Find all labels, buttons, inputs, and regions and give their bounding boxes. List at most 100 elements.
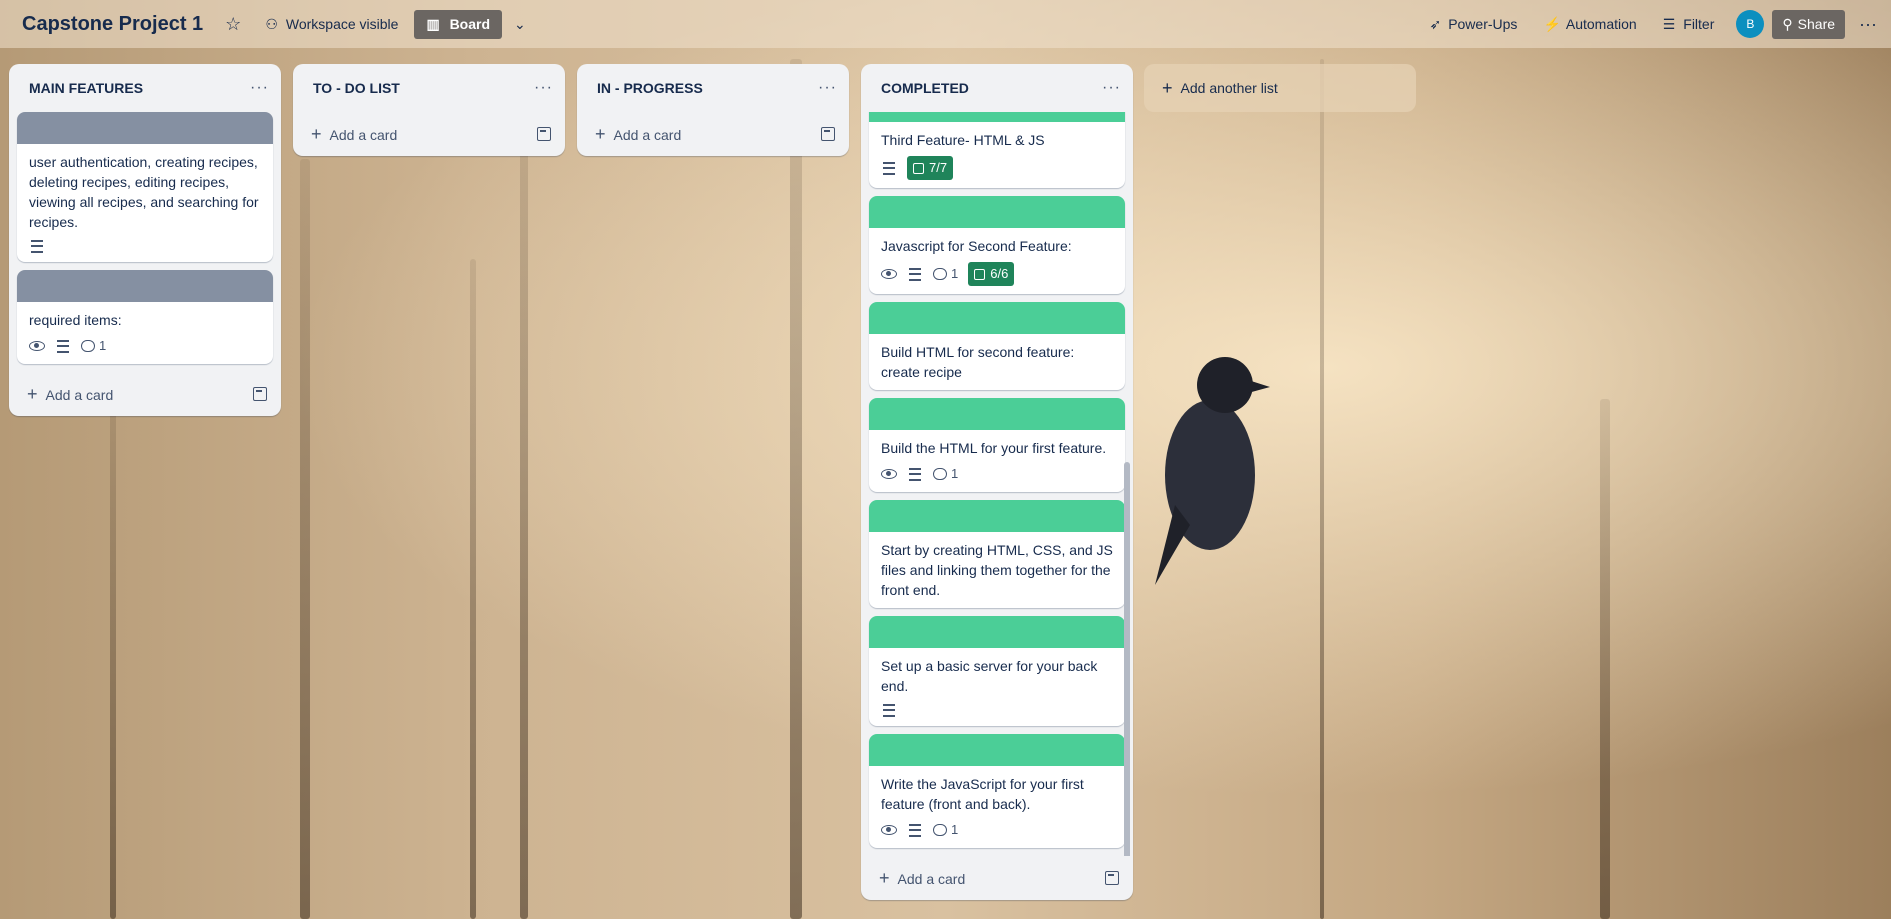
workspace-visibility-label: Workspace visible <box>285 16 399 32</box>
card[interactable]: Javascript for Second Feature: 1 6/6 <box>869 196 1125 294</box>
background-grass <box>790 59 802 919</box>
list-menu-button[interactable]: ··· <box>534 79 553 97</box>
card[interactable]: Write the JavaScript for your first feat… <box>869 734 1125 848</box>
background-grass <box>110 359 116 919</box>
card[interactable]: user authentication, creating recipes, d… <box>17 112 273 262</box>
card[interactable]: Build the HTML for your first feature. 1 <box>869 398 1125 492</box>
add-card-button[interactable]: + Add a card <box>577 112 849 156</box>
lightning-icon: ⚡ <box>1543 15 1561 32</box>
list-menu-button[interactable]: ··· <box>1102 79 1121 97</box>
more-icon: ··· <box>1102 79 1121 96</box>
board-view-button[interactable]: ▥ Board <box>414 9 503 39</box>
description-icon <box>881 702 897 718</box>
add-card-button[interactable]: + Add a card <box>293 112 565 156</box>
background-grass <box>1600 399 1610 919</box>
card-cover <box>869 196 1125 228</box>
card[interactable]: Set up a basic server for your back end. <box>869 616 1125 726</box>
filter-button[interactable]: ☰ Filter <box>1663 16 1715 33</box>
description-icon <box>55 338 71 354</box>
card-title: Build HTML for second feature: create re… <box>881 344 1075 380</box>
template-icon[interactable] <box>537 127 551 141</box>
plus-icon: + <box>311 123 322 144</box>
list-header: MAIN FEATURES ··· <box>9 64 281 112</box>
add-card-button[interactable]: + Add a card <box>861 856 1133 900</box>
background-grass <box>1320 59 1324 919</box>
card[interactable]: Build HTML for second feature: create re… <box>869 302 1125 390</box>
list-menu-button[interactable]: ··· <box>250 79 269 97</box>
card-cover <box>869 302 1125 334</box>
template-icon[interactable] <box>253 387 267 401</box>
powerups-label: Power-Ups <box>1448 16 1518 32</box>
automation-button[interactable]: ⚡ Automation <box>1543 16 1636 33</box>
share-button[interactable]: ⚲ Share <box>1772 9 1846 39</box>
card-cover <box>869 398 1125 430</box>
list-scrollbar[interactable] <box>1124 462 1130 856</box>
add-card-button[interactable]: + Add a card <box>9 372 281 416</box>
list-to-do: TO - DO LIST ··· + Add a card <box>293 64 565 156</box>
comment-icon <box>81 340 95 352</box>
description-icon <box>907 822 923 838</box>
comment-count: 1 <box>951 266 959 281</box>
comment-icon <box>933 268 947 280</box>
card-cover <box>869 734 1125 766</box>
template-icon[interactable] <box>1105 871 1119 885</box>
list-title[interactable]: MAIN FEATURES <box>29 80 143 96</box>
views-dropdown-button[interactable]: ⌄ <box>514 16 526 33</box>
add-another-list-label: Add another list <box>1180 80 1278 96</box>
list-title[interactable]: COMPLETED <box>881 80 969 96</box>
description-icon <box>907 266 923 282</box>
card-title: Write the JavaScript for your first feat… <box>881 776 1084 812</box>
watch-icon <box>29 338 45 354</box>
list-title[interactable]: IN - PROGRESS <box>597 80 703 96</box>
description-icon <box>907 466 923 482</box>
card-cover <box>17 270 273 302</box>
list-in-progress: IN - PROGRESS ··· + Add a card <box>577 64 849 156</box>
board-icon: ▥ <box>426 15 440 32</box>
list-completed: COMPLETED ··· Third Feature- HTML & JS 7… <box>861 64 1133 900</box>
card-cover <box>869 616 1125 648</box>
plus-icon: + <box>27 383 38 404</box>
board-menu-button[interactable]: ··· <box>1859 14 1877 35</box>
card-title: Third Feature- HTML & JS <box>881 132 1045 148</box>
comment-count: 1 <box>951 466 959 481</box>
filter-label: Filter <box>1683 16 1715 32</box>
list-header: TO - DO LIST ··· <box>293 64 565 112</box>
avatar[interactable]: B <box>1736 10 1765 38</box>
chevron-down-icon: ⌄ <box>514 15 526 32</box>
plus-icon: + <box>595 123 606 144</box>
watch-icon <box>881 466 897 482</box>
powerups-button[interactable]: ➶ Power-Ups <box>1429 16 1517 33</box>
board-title[interactable]: Capstone Project 1 <box>22 13 203 36</box>
add-another-list-button[interactable]: + Add another list <box>1144 64 1416 112</box>
card[interactable]: Third Feature- HTML & JS 7/7 <box>869 112 1125 188</box>
more-icon: ··· <box>250 79 269 96</box>
star-board-button[interactable]: ☆ <box>225 14 241 35</box>
card[interactable]: required items: 1 <box>17 270 273 364</box>
board-view-label: Board <box>449 15 491 32</box>
comment-icon <box>933 824 947 836</box>
template-icon[interactable] <box>821 127 835 141</box>
comments-badge: 1 <box>81 336 106 356</box>
checklist-count: 7/7 <box>929 160 948 175</box>
card-cover <box>17 112 273 144</box>
workspace-visibility-button[interactable]: ⚇ Workspace visible <box>265 16 398 33</box>
card-scroll-area[interactable]: Third Feature- HTML & JS 7/7 Javascript … <box>861 112 1133 856</box>
card-cover <box>869 500 1125 532</box>
card[interactable]: Start by creating HTML, CSS, and JS file… <box>869 500 1125 608</box>
plus-icon: + <box>1162 77 1173 98</box>
list-title[interactable]: TO - DO LIST <box>313 80 400 96</box>
background-grass <box>520 99 528 919</box>
comment-count: 1 <box>951 822 959 837</box>
background-grass <box>300 159 310 919</box>
card-title: Set up a basic server for your back end. <box>881 658 1098 694</box>
card-title: Start by creating HTML, CSS, and JS file… <box>881 542 1113 598</box>
list-menu-button[interactable]: ··· <box>818 79 837 97</box>
comment-count: 1 <box>99 338 107 353</box>
card-title: user authentication, creating recipes, d… <box>29 154 259 230</box>
background-grass <box>470 259 476 919</box>
people-icon: ⚇ <box>265 15 278 32</box>
card-cover <box>869 112 1125 122</box>
watch-icon <box>881 266 897 282</box>
card-title: required items: <box>29 312 122 328</box>
checklist-icon <box>974 268 986 280</box>
